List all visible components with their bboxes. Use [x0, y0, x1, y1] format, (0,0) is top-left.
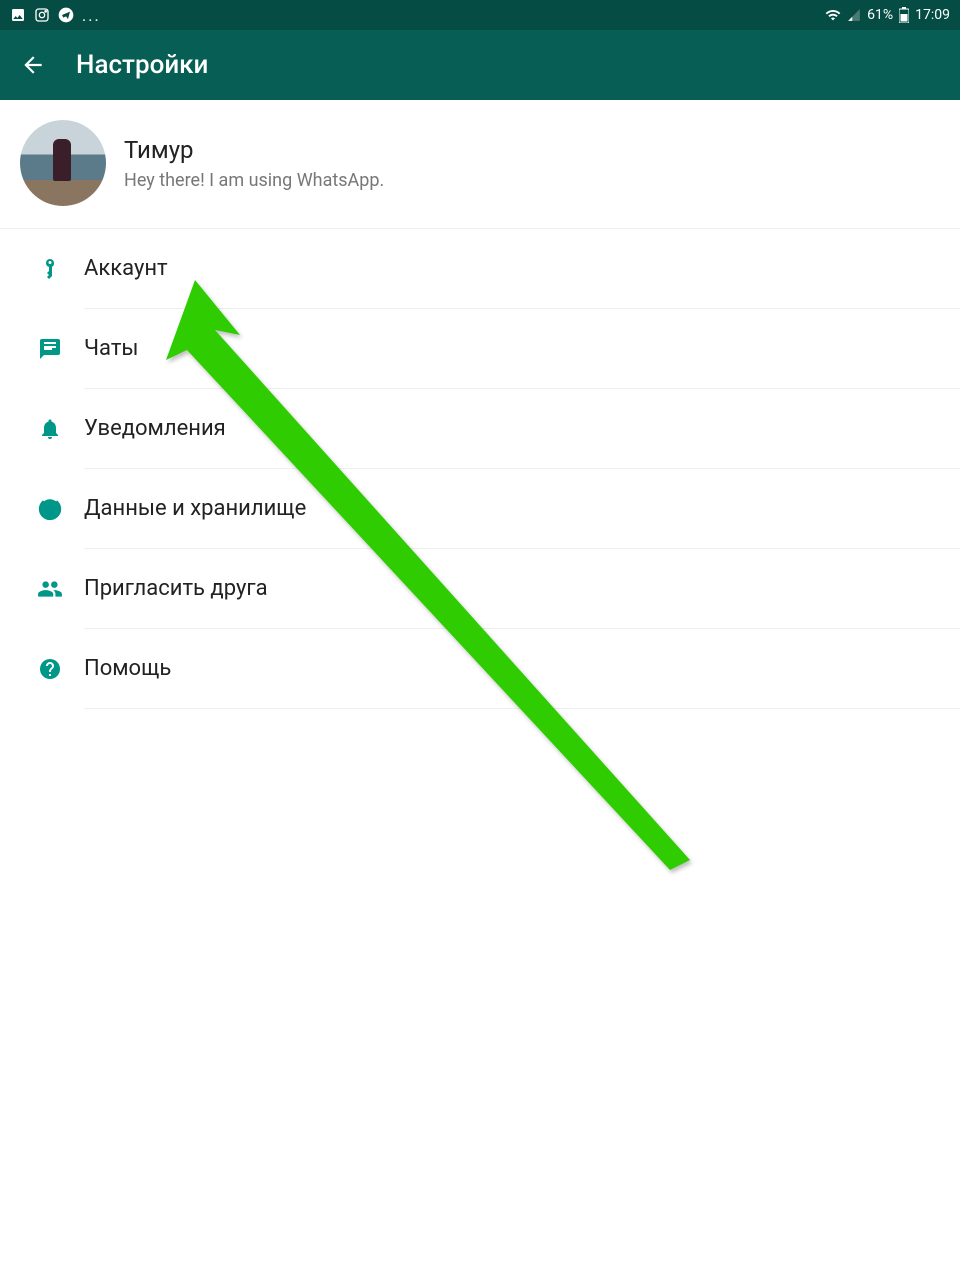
status-left: ...: [10, 6, 101, 25]
telegram-icon: [58, 7, 74, 23]
settings-item-label: Чаты: [84, 309, 960, 389]
people-icon: [30, 576, 70, 602]
page-title: Настройки: [76, 50, 208, 80]
key-icon: [30, 257, 70, 281]
signal-icon: [847, 8, 861, 22]
gallery-icon: [10, 7, 26, 23]
profile-status: Hey there! I am using WhatsApp.: [124, 170, 384, 191]
settings-item-label: Уведомления: [84, 389, 960, 469]
settings-list: Аккаунт Чаты Уведомления Данные и хранил…: [0, 229, 960, 709]
back-button[interactable]: [20, 52, 46, 78]
settings-item-account[interactable]: Аккаунт: [0, 229, 960, 309]
settings-item-label: Аккаунт: [84, 229, 960, 309]
settings-item-chats[interactable]: Чаты: [0, 309, 960, 389]
profile-row[interactable]: Тимур Hey there! I am using WhatsApp.: [0, 100, 960, 229]
settings-item-label: Данные и хранилище: [84, 469, 960, 549]
profile-name: Тимур: [124, 136, 384, 164]
data-icon: [30, 496, 70, 522]
avatar: [20, 120, 106, 206]
wifi-icon: [825, 7, 841, 23]
status-time: 17:09: [915, 7, 950, 23]
status-right: 61% 17:09: [825, 7, 950, 23]
settings-item-help[interactable]: Помощь: [0, 629, 960, 709]
chat-icon: [30, 337, 70, 361]
bell-icon: [30, 417, 70, 441]
status-more: ...: [82, 6, 101, 25]
settings-item-invite[interactable]: Пригласить друга: [0, 549, 960, 629]
instagram-icon: [34, 7, 50, 23]
settings-item-data[interactable]: Данные и хранилище: [0, 469, 960, 549]
settings-item-label: Пригласить друга: [84, 549, 960, 629]
settings-item-notifications[interactable]: Уведомления: [0, 389, 960, 469]
profile-text: Тимур Hey there! I am using WhatsApp.: [124, 136, 384, 191]
status-bar: ... 61% 17:09: [0, 0, 960, 30]
help-icon: [30, 657, 70, 681]
app-bar: Настройки: [0, 30, 960, 100]
settings-item-label: Помощь: [84, 629, 960, 709]
battery-icon: [899, 7, 909, 23]
battery-percent: 61%: [867, 7, 893, 23]
